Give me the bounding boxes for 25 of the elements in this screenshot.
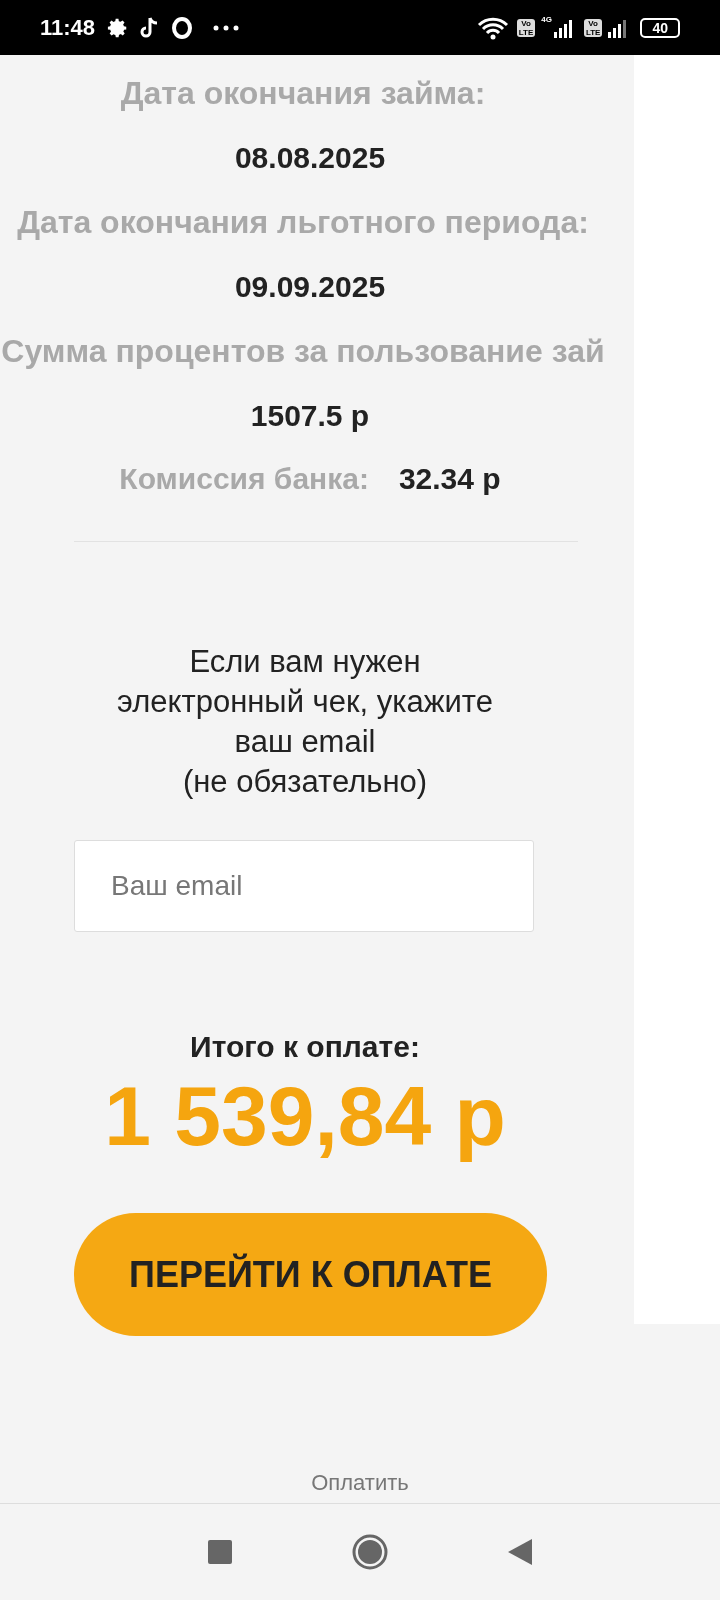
volte-badge: Vo LTE — [516, 18, 536, 37]
volte-badge: Vo LTE — [583, 18, 603, 37]
ring-icon — [171, 16, 194, 39]
field-value: 09.09.2025 — [234, 269, 386, 305]
clock: 11:48 — [40, 14, 96, 42]
field-value: 1507.5 р — [250, 398, 370, 434]
field-label: Сумма процентов за пользование зай — [1, 332, 605, 371]
home-button-icon[interactable] — [352, 1534, 388, 1570]
field-value: 32.34 р — [398, 461, 501, 497]
more-dots-icon — [213, 24, 240, 31]
field-label: Дата окончания займа: — [120, 74, 486, 113]
field-value: 08.08.2025 — [234, 140, 386, 176]
signal-icon — [551, 17, 574, 38]
field-label: Комиссия банка: — [119, 461, 369, 497]
page-title: Оплатить — [311, 1469, 409, 1497]
email-field[interactable]: Ваш email — [74, 840, 534, 932]
total-label: Итого к оплате: — [190, 1029, 420, 1065]
pay-button[interactable]: ПЕРЕЙТИ К ОПЛАТЕ — [74, 1213, 547, 1336]
battery-indicator: 40 — [640, 17, 680, 38]
wifi-icon — [476, 15, 509, 40]
receipt-hint: Если вам нужен электронный чек, укажите ваш email (не обязательно) — [116, 643, 494, 801]
network-type: 4G — [541, 14, 552, 26]
total-amount: 1 539,84 р — [104, 1071, 506, 1161]
back-button-icon[interactable] — [508, 1539, 532, 1565]
field-label: Дата окончания льготного периода: — [17, 203, 589, 242]
